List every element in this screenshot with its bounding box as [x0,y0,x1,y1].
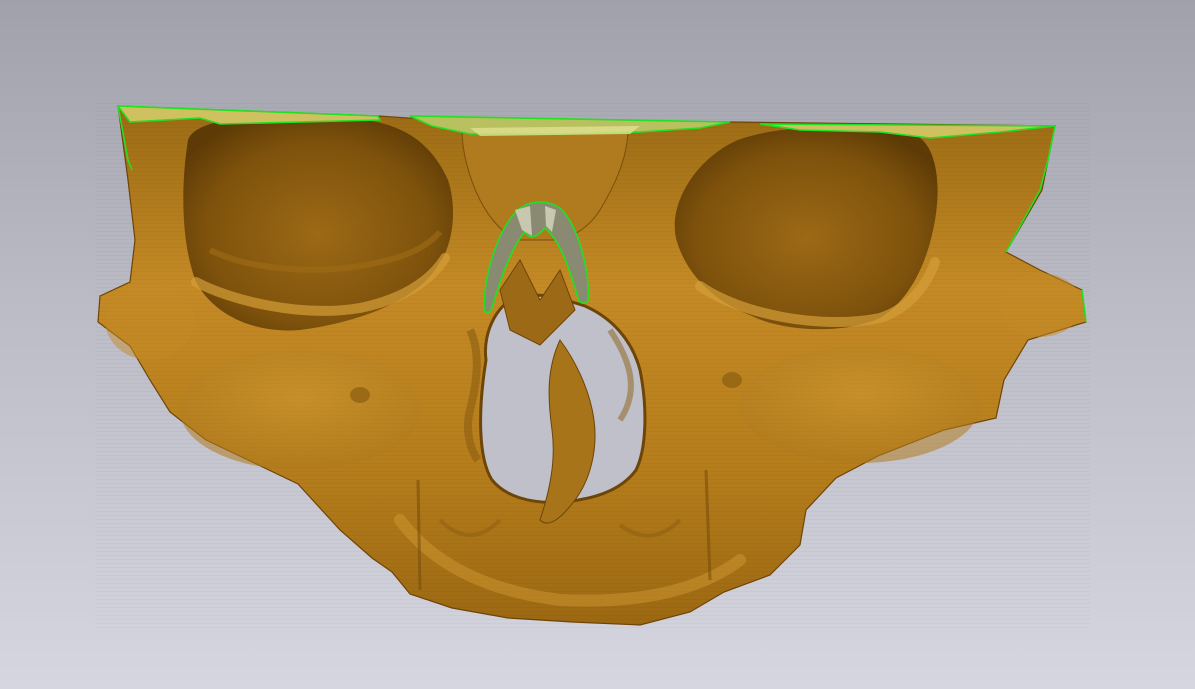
skull-render [95,100,1090,630]
3d-viewport[interactable] [0,0,1195,689]
